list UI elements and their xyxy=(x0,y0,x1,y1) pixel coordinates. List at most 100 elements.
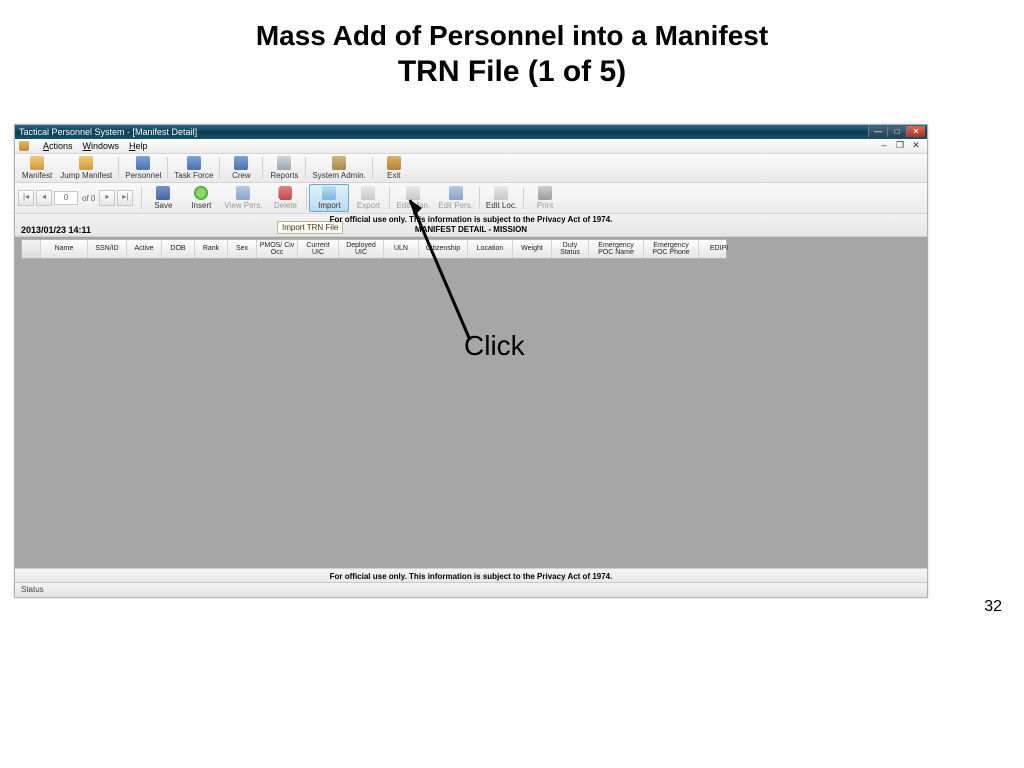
export-icon xyxy=(361,186,375,200)
edit-man-button[interactable]: Edit Man. xyxy=(392,184,434,212)
personnel-button[interactable]: Personnel xyxy=(121,154,165,182)
row-header-col xyxy=(22,240,41,258)
toolbar-separator xyxy=(262,157,263,179)
col-pmos[interactable]: PMOS/ Civ Occ xyxy=(257,240,298,258)
edit-pers-icon xyxy=(449,186,463,200)
privacy-notice-bottom: For official use only. This information … xyxy=(15,568,927,583)
col-name[interactable]: Name xyxy=(41,240,88,258)
crew-button[interactable]: Crew xyxy=(222,154,260,182)
col-duty-status[interactable]: Duty Status xyxy=(552,240,589,258)
col-uln[interactable]: ULN xyxy=(384,240,419,258)
toolbar-separator xyxy=(167,157,168,179)
record-toolbar: |◂ ◂ 0 of 0 ▸ ▸| Save Insert View Pers. … xyxy=(15,183,927,214)
pager-first-button[interactable]: |◂ xyxy=(18,190,34,206)
toolbar-separator xyxy=(306,187,307,209)
menubar: Actions Windows Help – ❐ ✕ xyxy=(15,139,927,154)
save-button[interactable]: Save xyxy=(144,184,182,212)
app-icon xyxy=(19,141,29,151)
col-edipi[interactable]: EDIPI xyxy=(699,240,739,258)
close-button[interactable]: ✕ xyxy=(906,126,925,137)
col-epoc-phone[interactable]: Emergency POC Phone xyxy=(644,240,699,258)
status-bar: Status xyxy=(15,582,927,597)
view-pers-button[interactable]: View Pers. xyxy=(220,184,266,212)
mdi-minimize-button[interactable]: – xyxy=(879,140,889,151)
col-citizenship[interactable]: Citizenship xyxy=(419,240,468,258)
delete-icon xyxy=(278,186,292,200)
col-weight[interactable]: Weight xyxy=(513,240,552,258)
jump-manifest-icon xyxy=(79,156,93,170)
edit-loc-button[interactable]: Edit Loc. xyxy=(482,184,521,212)
minimize-button[interactable]: — xyxy=(868,126,887,137)
task-force-button[interactable]: Task Force xyxy=(170,154,217,182)
maximize-button[interactable]: □ xyxy=(887,126,906,137)
pager-last-button[interactable]: ▸| xyxy=(117,190,133,206)
save-icon xyxy=(156,186,170,200)
title-line-1: Mass Add of Personnel into a Manifest xyxy=(0,18,1024,53)
pager-of-label: of 0 xyxy=(80,194,97,203)
window-title: Tactical Personnel System - [Manifest De… xyxy=(19,127,197,137)
toolbar-separator xyxy=(523,187,524,209)
pager-prev-button[interactable]: ◂ xyxy=(36,190,52,206)
insert-button[interactable]: Insert xyxy=(182,184,220,212)
toolbar-separator xyxy=(372,157,373,179)
edit-man-icon xyxy=(406,186,420,200)
print-icon xyxy=(538,186,552,200)
header-band: 2013/01/23 14:11 Import TRN File For off… xyxy=(15,214,927,237)
toolbar-separator xyxy=(141,187,142,209)
toolbar-separator xyxy=(118,157,119,179)
pager-current-input[interactable]: 0 xyxy=(54,191,78,205)
col-location[interactable]: Location xyxy=(468,240,513,258)
menu-help[interactable]: Help xyxy=(129,141,148,151)
exit-icon xyxy=(387,156,401,170)
delete-button[interactable]: Delete xyxy=(266,184,304,212)
main-toolbar: Manifest Jump Manifest Personnel Task Fo… xyxy=(15,154,927,183)
col-ssn[interactable]: SSN/ID xyxy=(88,240,127,258)
edit-loc-icon xyxy=(494,186,508,200)
timestamp-label: 2013/01/23 14:11 xyxy=(21,225,91,235)
personnel-icon xyxy=(136,156,150,170)
col-deployed-uic[interactable]: Deployed UIC xyxy=(339,240,384,258)
title-line-2: TRN File (1 of 5) xyxy=(0,53,1024,91)
col-current-uic[interactable]: Current UIC xyxy=(298,240,339,258)
slide-title: Mass Add of Personnel into a Manifest TR… xyxy=(0,0,1024,91)
print-button[interactable]: Print xyxy=(526,184,564,212)
grid-area: Name SSN/ID Active DOB Rank Sex PMOS/ Ci… xyxy=(15,237,927,581)
slide-page-number: 32 xyxy=(984,598,1002,616)
toolbar-separator xyxy=(219,157,220,179)
mdi-close-button[interactable]: ✕ xyxy=(911,140,921,151)
view-pers-icon xyxy=(236,186,250,200)
manifest-icon xyxy=(30,156,44,170)
mdi-restore-button[interactable]: ❐ xyxy=(895,140,905,151)
insert-icon xyxy=(194,186,208,200)
col-rank[interactable]: Rank xyxy=(195,240,228,258)
toolbar-separator xyxy=(389,187,390,209)
manifest-button[interactable]: Manifest xyxy=(18,154,56,182)
pager-next-button[interactable]: ▸ xyxy=(99,190,115,206)
task-force-icon xyxy=(187,156,201,170)
import-icon xyxy=(322,186,336,200)
col-dob[interactable]: DOB xyxy=(162,240,195,258)
reports-button[interactable]: Reports xyxy=(265,154,303,182)
import-button[interactable]: Import xyxy=(309,184,349,212)
edit-pers-button[interactable]: Edit Pers. xyxy=(434,184,477,212)
status-label: Status xyxy=(21,585,44,594)
col-epoc-name[interactable]: Emergency POC Name xyxy=(589,240,644,258)
system-admin-icon xyxy=(332,156,346,170)
exit-button[interactable]: Exit xyxy=(375,154,413,182)
system-admin-button[interactable]: System Admin. xyxy=(308,154,369,182)
mdi-child-controls: – ❐ ✕ xyxy=(879,140,921,151)
menu-windows[interactable]: Windows xyxy=(83,141,120,151)
crew-icon xyxy=(234,156,248,170)
jump-manifest-button[interactable]: Jump Manifest xyxy=(56,154,116,182)
privacy-notice-top: For official use only. This information … xyxy=(330,215,613,224)
window-controls: — □ ✕ xyxy=(868,126,925,137)
grid-header-row: Name SSN/ID Active DOB Rank Sex PMOS/ Ci… xyxy=(21,239,727,259)
col-sex[interactable]: Sex xyxy=(228,240,257,258)
toolbar-separator xyxy=(305,157,306,179)
export-button[interactable]: Export xyxy=(349,184,387,212)
reports-icon xyxy=(277,156,291,170)
window-titlebar: Tactical Personnel System - [Manifest De… xyxy=(15,125,927,139)
col-active[interactable]: Active xyxy=(127,240,162,258)
toolbar-separator xyxy=(479,187,480,209)
menu-actions[interactable]: Actions xyxy=(43,141,73,151)
